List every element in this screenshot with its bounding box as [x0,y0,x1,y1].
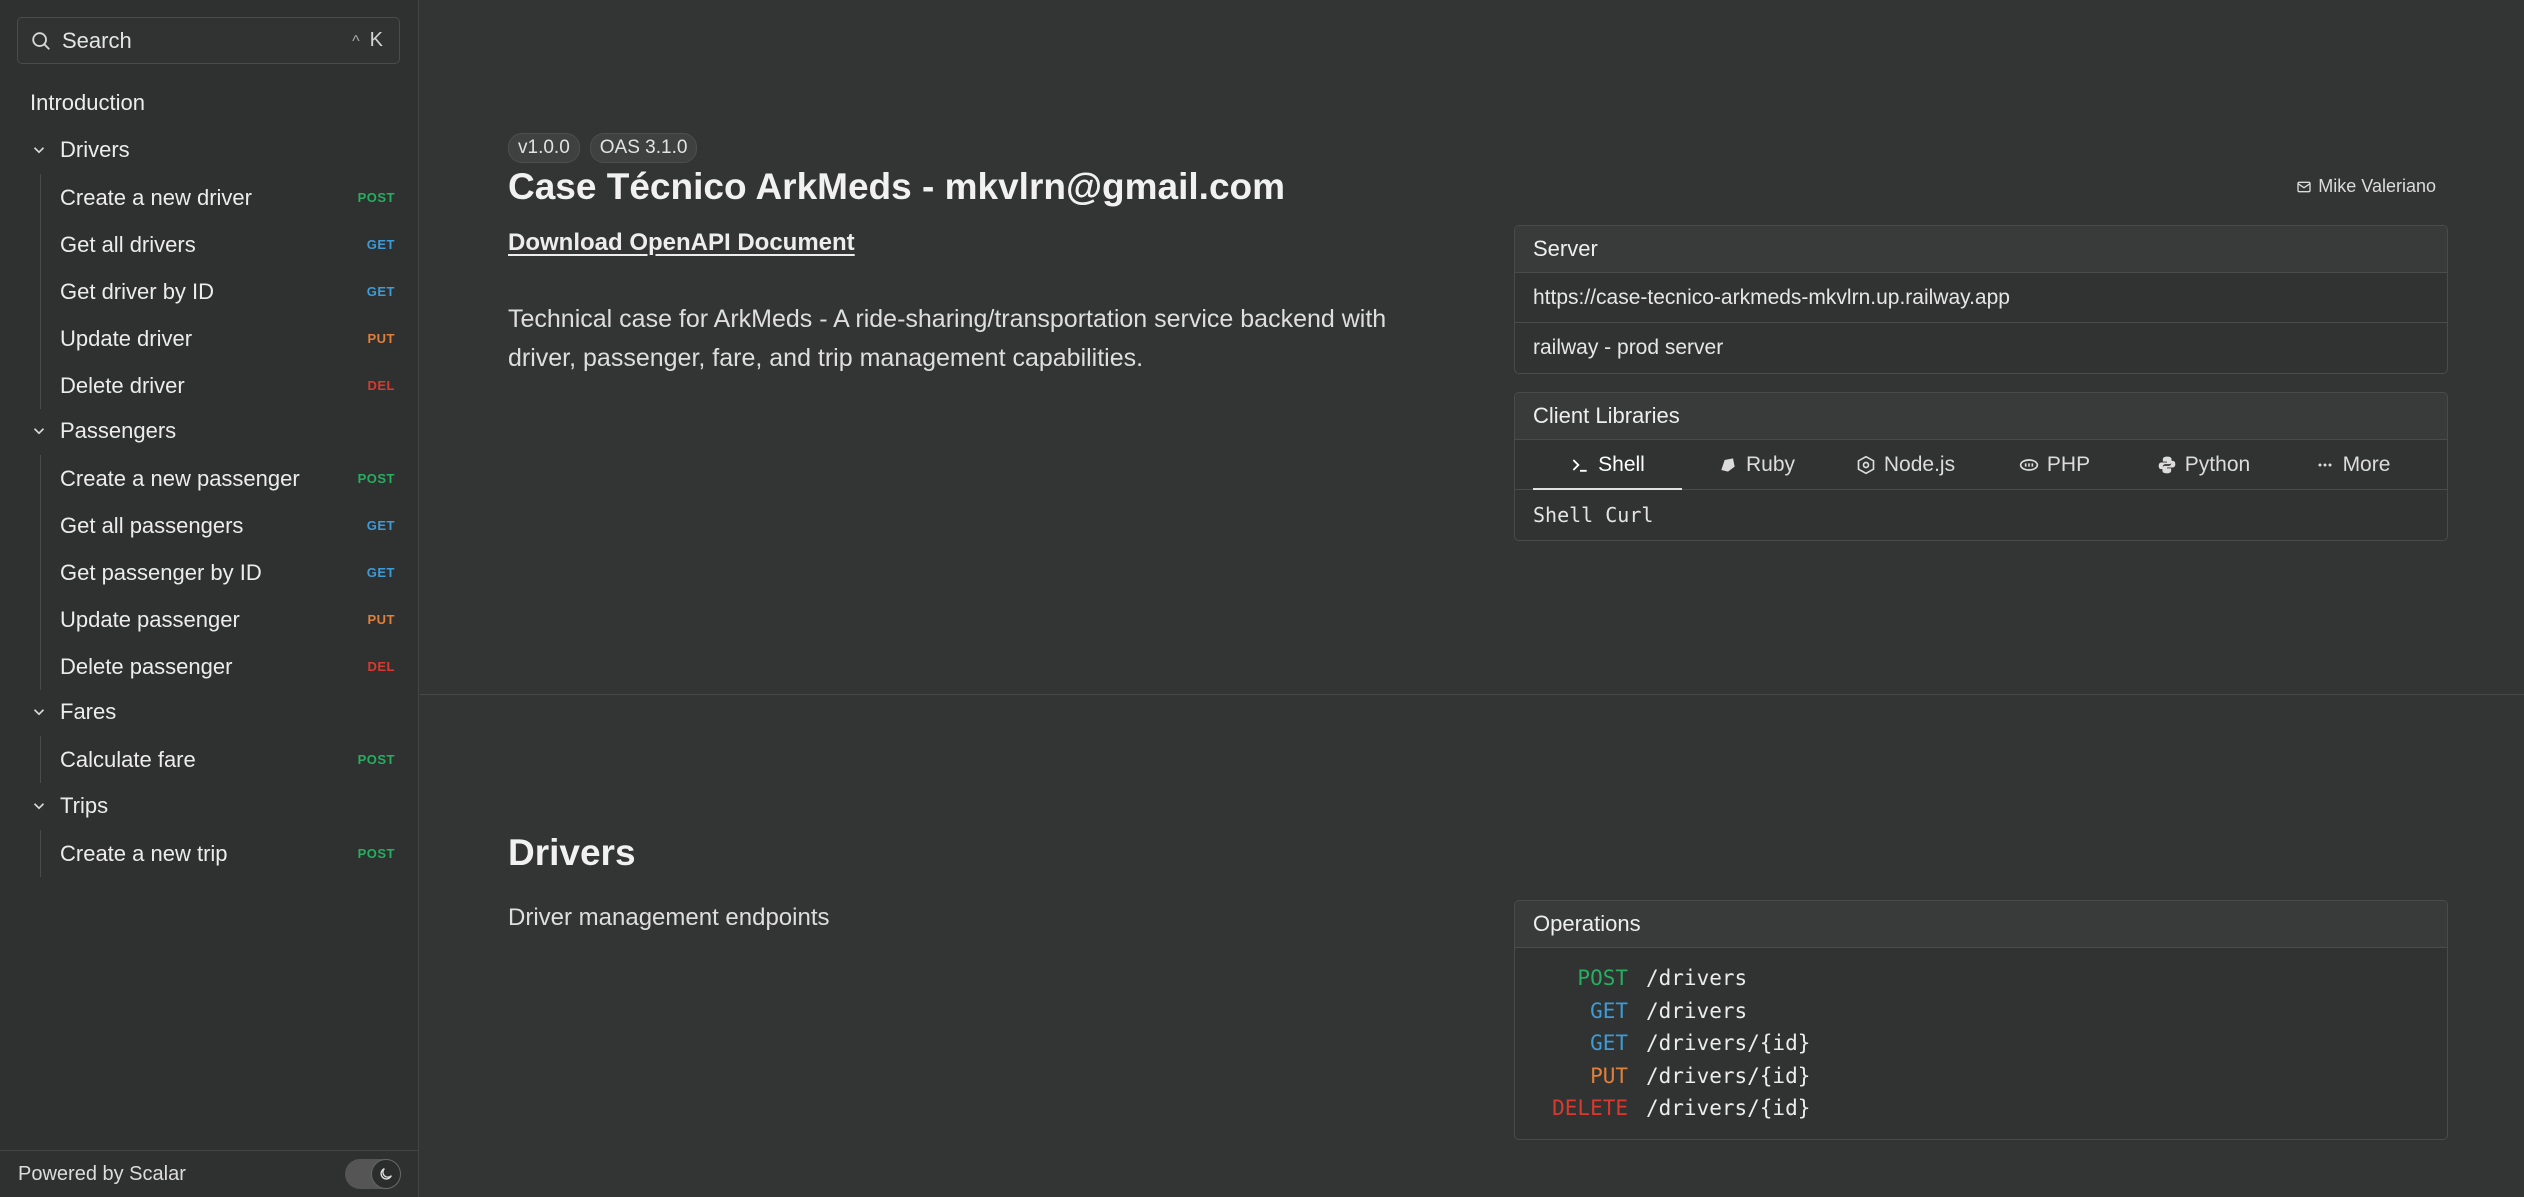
tab-php[interactable]: PHP [1980,440,2129,489]
sidebar-group-label: Passengers [60,418,177,443]
operation-row[interactable]: GET/drivers [1533,995,2429,1028]
sidebar-group-fares[interactable]: Fares [30,699,116,725]
client-libraries-card: Client Libraries Shell Ruby Node.js PHP … [1514,392,2448,541]
search-shortcut: ^ K [352,29,387,51]
sidebar-item-update-driver[interactable]: Update driver PUT [40,315,400,362]
sidebar-item-get-all-passengers[interactable]: Get all passengers GET [40,502,400,549]
main-content: v1.0.0 OAS 3.1.0 Case Técnico ArkMeds - … [420,0,2524,1197]
method-badge: POST [357,190,395,205]
chevron-down-icon [33,709,45,716]
section-divider [420,694,2524,695]
sidebar-item-get-all-drivers[interactable]: Get all drivers GET [40,221,400,268]
sidebar-group-label: Fares [60,699,117,724]
method-badge: GET [366,518,395,533]
method-badge: GET [366,565,395,580]
operation-row[interactable]: POST/drivers [1533,962,2429,995]
chevron-down-icon [33,147,45,154]
tab-ruby[interactable]: Ruby [1682,440,1831,489]
sidebar-item-create-driver[interactable]: Create a new driver POST [40,174,400,221]
api-description: Technical case for ArkMeds - A ride-shar… [508,305,1387,372]
server-description: railway - prod server [1533,336,1724,359]
dark-mode-toggle[interactable] [345,1159,401,1189]
operation-row[interactable]: DELETE/drivers/{id} [1533,1092,2429,1125]
tab-nodejs[interactable]: Node.js [1831,440,1980,489]
sidebar-group-label: Drivers [60,137,130,162]
operations-title: Operations [1515,901,2447,948]
python-icon [2158,456,2176,473]
server-card: Server https://case-tecnico-arkmeds-mkvl… [1514,225,2448,374]
ruby-icon [1721,457,1735,472]
sidebar-item-create-passenger[interactable]: Create a new passenger POST [40,455,400,502]
sidebar-item-update-passenger[interactable]: Update passenger PUT [40,596,400,643]
operation-row[interactable]: PUT/drivers/{id} [1533,1060,2429,1093]
chevron-down-icon [33,803,45,810]
method-badge: POST [357,752,395,767]
method-badge: GET [366,237,395,252]
page-title: Case Técnico ArkMeds - mkvlrn@gmail.com [508,166,1286,207]
client-select[interactable]: Shell Curl [1515,490,2447,540]
contact-link[interactable]: Mike Valeriano [2296,176,2436,197]
operations-card: Operations POST/drivers GET/drivers GET /… [1514,900,2448,1140]
method-badge: PUT [367,612,395,627]
client-libraries-title: Client Libraries [1515,393,2447,440]
sidebar-footer: Powered by Scalar [0,1150,419,1197]
version-badges: v1.0.0 OAS 3.1.0 [508,133,698,163]
search-label: Search [62,27,132,53]
sidebar-group-drivers[interactable]: Drivers [30,137,130,163]
oas-badge: OAS 3.1.0 [589,133,698,163]
sidebar-item-delete-passenger[interactable]: Delete passenger DEL [40,643,400,690]
sidebar-item-get-driver-by-id[interactable]: Get driver by ID GET [40,268,400,315]
sidebar: Search ^ K Introduction Drivers Create a … [0,0,419,1197]
moon-icon [371,1159,401,1189]
sidebar-group-label: Trips [60,793,109,818]
search-input[interactable]: Search ^ K [17,17,400,64]
mail-icon [2297,181,2311,192]
server-card-title: Server [1515,226,2447,273]
operation-row[interactable]: GET/drivers/{id} [1533,1027,2429,1060]
method-badge: POST [357,471,395,486]
powered-by-link[interactable]: Powered by Scalar [18,1163,345,1186]
tab-shell[interactable]: Shell [1533,440,1682,490]
method-badge: DEL [367,659,395,674]
sidebar-item-delete-driver[interactable]: Delete driver DEL [40,362,400,409]
tab-more[interactable]: More [2278,440,2427,489]
sidebar-item-calculate-fare[interactable]: Calculate fare POST [40,736,400,783]
more-icon [2318,463,2332,466]
php-icon [2019,458,2039,471]
section-title-drivers: Drivers [508,832,636,873]
version-badge: v1.0.0 [508,133,580,163]
server-url-select[interactable]: https://case-tecnico-arkmeds-mkvlrn.up.r… [1515,273,2447,323]
chevron-down-icon [33,428,45,435]
sidebar-item-create-trip[interactable]: Create a new trip POST [40,830,400,877]
download-openapi-link[interactable]: Download OpenAPI Document [508,229,855,257]
method-badge: GET [366,284,395,299]
method-badge: POST [357,846,395,861]
sidebar-group-trips[interactable]: Trips [30,793,108,819]
sidebar-group-passengers[interactable]: Passengers [30,418,176,444]
tab-python[interactable]: Python [2129,440,2278,489]
contact-name: Mike Valeriano [2318,176,2436,196]
operations-list: POST/drivers GET/drivers GET/drivers/{id… [1515,948,2447,1139]
search-icon [32,31,50,50]
client-library-tabs: Shell Ruby Node.js PHP Python More [1515,440,2447,490]
method-badge: PUT [367,331,395,346]
sidebar-item-get-passenger-by-id[interactable]: Get passenger by ID GET [40,549,400,596]
nodejs-icon [1857,455,1875,474]
method-badge: DEL [367,378,395,393]
terminal-icon [1572,458,1587,472]
section-description: Driver management endpoints [508,904,830,931]
sidebar-item-introduction[interactable]: Introduction [30,90,145,116]
